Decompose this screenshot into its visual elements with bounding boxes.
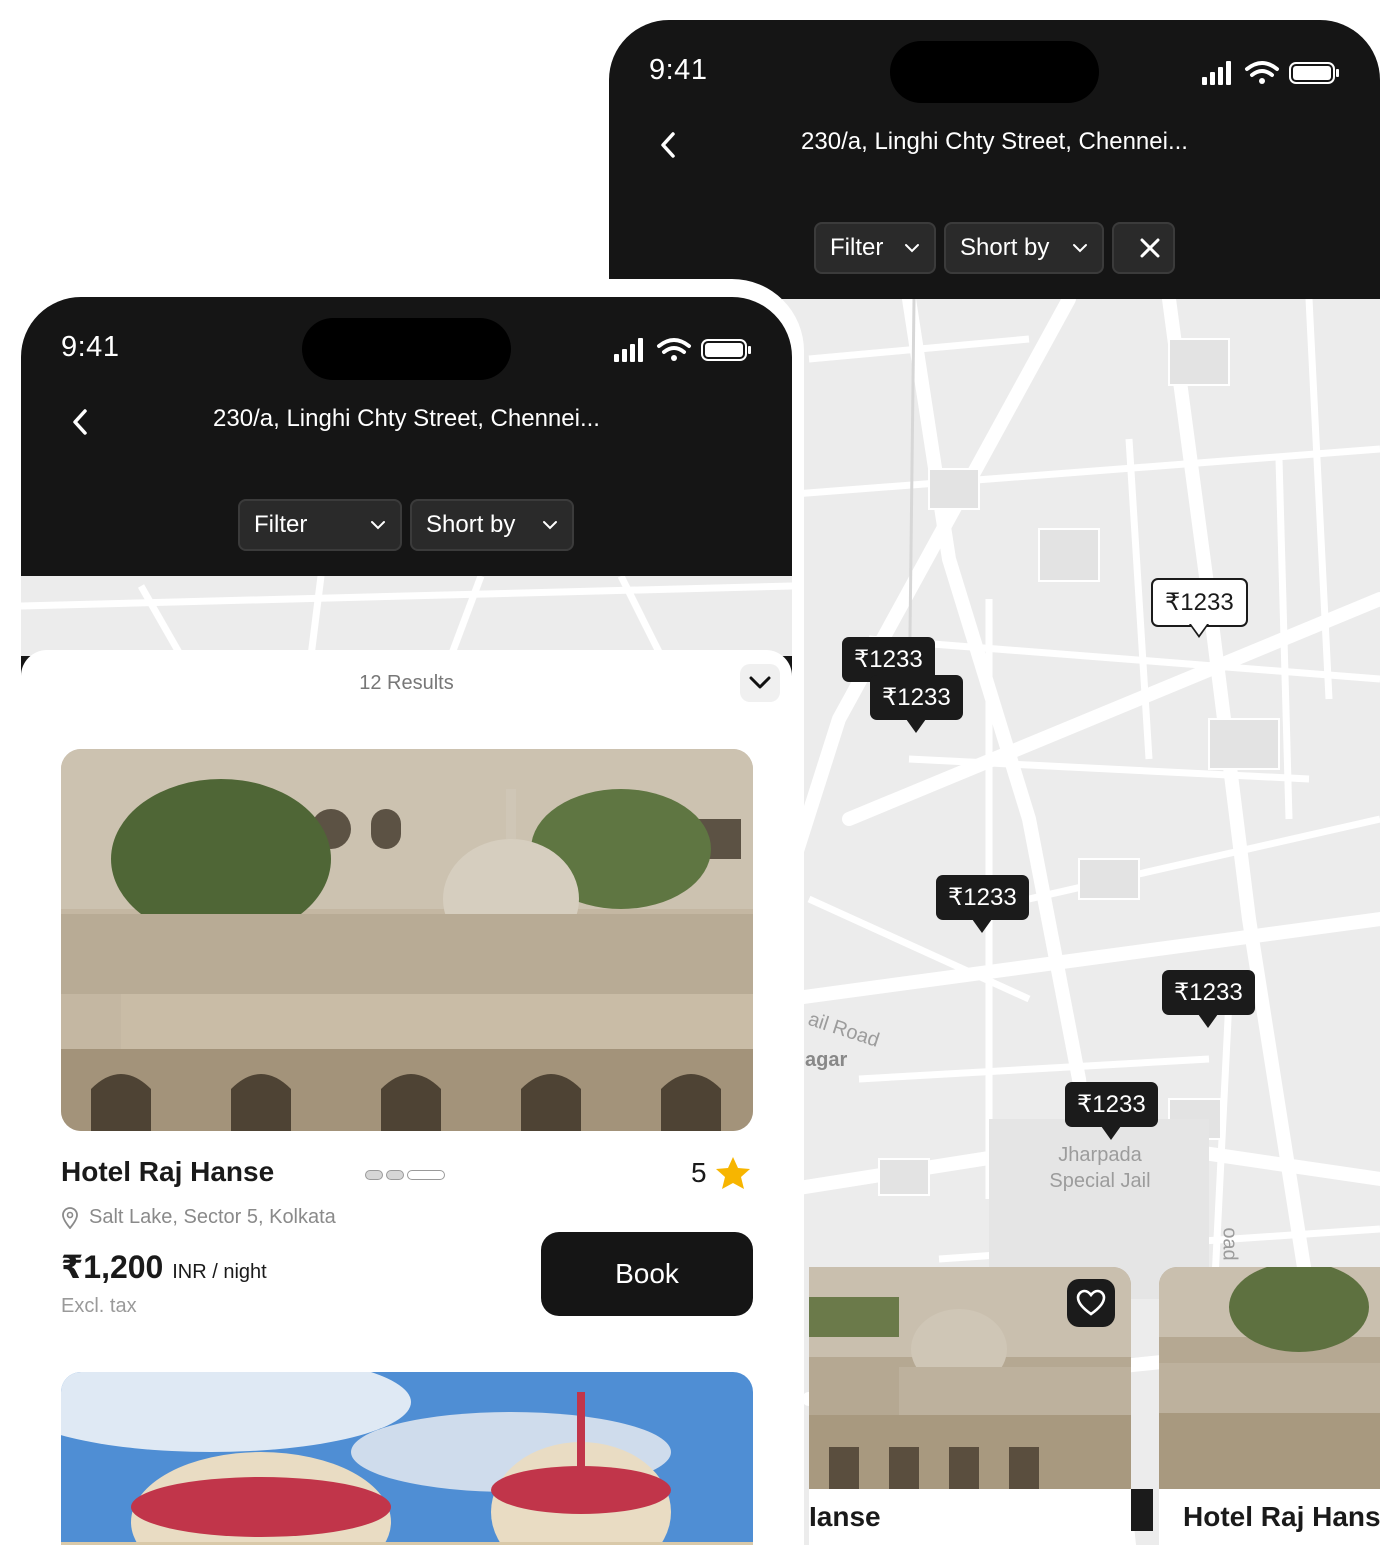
chevron-down-icon — [371, 521, 385, 530]
filter-chip-label: Filter — [830, 234, 884, 261]
filter-chip[interactable]: Filter — [814, 222, 936, 274]
rating-value: 5 — [691, 1157, 707, 1188]
jail-label: Jharpada Special Jail — [1049, 1144, 1151, 1192]
hotel-card-image[interactable] — [61, 749, 753, 1131]
map-price-pin[interactable]: ₹1233 — [1065, 1082, 1158, 1140]
carousel-dot-active[interactable] — [407, 1170, 445, 1180]
back-arrow-icon[interactable] — [655, 128, 683, 162]
map-hotel-card-image[interactable] — [809, 1267, 1131, 1489]
clear-filters-button[interactable] — [1112, 222, 1175, 274]
sort-chip[interactable]: Short by — [410, 499, 574, 551]
battery-icon — [701, 339, 751, 361]
signal-icon — [1202, 61, 1231, 85]
map-hotel-card-name: Ianse — [809, 1501, 881, 1532]
filter-chip[interactable]: Filter — [238, 499, 402, 551]
map-strip — [21, 576, 792, 656]
map-roads — [21, 576, 792, 656]
carousel-dot[interactable] — [365, 1170, 383, 1180]
sort-chip-label: Short by — [960, 234, 1050, 261]
hotel-card-image[interactable] — [61, 1372, 753, 1545]
map-hotel-card-body: Hotel Raj Hans — [1159, 1489, 1380, 1545]
hotel-photo — [61, 1372, 753, 1545]
chevron-down-icon — [543, 521, 557, 530]
location-pin-icon — [62, 1206, 78, 1229]
hotel-location: Salt Lake, Sector 5, Kolkata — [61, 1206, 336, 1229]
sort-chip-label: Short by — [426, 511, 516, 538]
map-price-pin[interactable]: ₹1233 — [870, 675, 963, 733]
map-price-pin[interactable]: ₹1233 — [1151, 578, 1248, 638]
back-arrow-icon[interactable] — [67, 405, 95, 439]
map-price-pin[interactable]: ₹1233 — [1162, 970, 1255, 1028]
area-label: agar — [805, 1049, 848, 1071]
hotel-price: ₹1,200 INR / night — [61, 1248, 267, 1286]
heart-icon — [1076, 1289, 1106, 1316]
close-icon — [1140, 238, 1159, 258]
address-title: 230/a, Linghi Chty Street, Chennei... — [801, 128, 1188, 155]
wifi-icon — [657, 338, 691, 354]
hotel-photo — [61, 749, 753, 1131]
favorite-button[interactable] — [1067, 1279, 1115, 1327]
carousel-dot[interactable] — [386, 1170, 404, 1180]
chevron-down-icon — [1073, 244, 1087, 253]
map-card-badge — [1131, 1489, 1153, 1531]
hotel-location-text: Salt Lake, Sector 5, Kolkata — [89, 1206, 336, 1228]
status-time: 9:41 — [649, 54, 708, 86]
list-view-phone: 9:41 230/a, Linghi Chty Street, Chennei.… — [21, 297, 792, 1545]
map-price-pin[interactable]: ₹1233 — [936, 875, 1029, 933]
chevron-down-icon — [905, 244, 919, 253]
star-icon — [715, 1157, 750, 1189]
results-count: 12 Results — [359, 672, 454, 694]
status-icons — [614, 338, 751, 362]
signal-icon — [614, 338, 643, 362]
map-hotel-card-body: Ianse — [809, 1489, 1131, 1545]
status-time: 9:41 — [61, 331, 120, 363]
results-sheet: 12 Results Hotel Raj Hanse 5 Salt Lake, … — [21, 650, 792, 1545]
dynamic-island — [302, 318, 511, 380]
hotel-rating: 5 — [691, 1156, 751, 1190]
image-carousel-dots[interactable] — [365, 1170, 445, 1180]
status-icons — [1202, 61, 1339, 85]
sort-chip[interactable]: Short by — [944, 222, 1104, 274]
dynamic-island — [890, 41, 1099, 103]
battery-icon — [1289, 62, 1339, 84]
chevron-down-icon — [749, 676, 771, 689]
price-value: ₹1,200 — [61, 1249, 164, 1285]
side-road-label: oad — [1218, 1227, 1241, 1261]
address-title: 230/a, Linghi Chty Street, Chennei... — [213, 405, 600, 432]
hotel-photo — [1159, 1267, 1380, 1489]
wifi-icon — [1245, 61, 1279, 77]
map-hotel-card-name: Hotel Raj Hans — [1183, 1501, 1380, 1532]
collapse-sheet-button[interactable] — [740, 664, 780, 702]
map-hotel-card-image[interactable] — [1159, 1267, 1380, 1489]
hotel-name[interactable]: Hotel Raj Hanse — [61, 1156, 274, 1188]
book-button[interactable]: Book — [541, 1232, 753, 1316]
tax-note: Excl. tax — [61, 1295, 137, 1317]
filter-chip-label: Filter — [254, 511, 308, 538]
price-unit: INR / night — [172, 1261, 267, 1283]
